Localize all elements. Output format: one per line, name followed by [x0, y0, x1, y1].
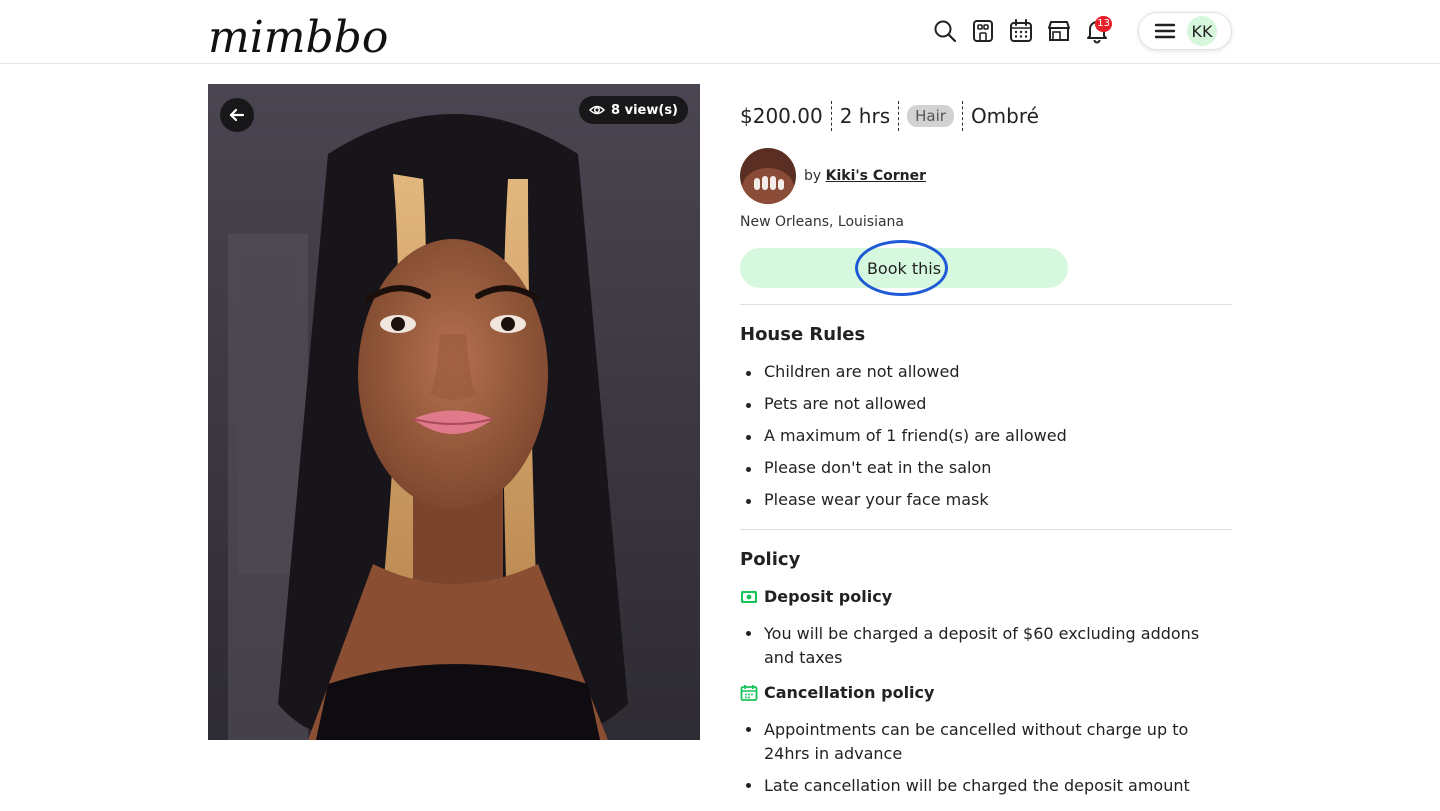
provider-avatar[interactable]	[740, 148, 796, 204]
calendar-icon[interactable]	[1002, 12, 1040, 50]
svg-text:mimbbo: mimbbo	[208, 12, 388, 60]
section-divider	[740, 529, 1232, 530]
shop-icon[interactable]	[1040, 12, 1078, 50]
provider-by-prefix: by	[804, 168, 822, 184]
cancellation-policy-list: Appointments can be cancelled without ch…	[740, 718, 1220, 798]
house-rule-item: A maximum of 1 friend(s) are allowed	[740, 426, 1067, 458]
notification-count-badge: 13	[1095, 16, 1112, 32]
house-rule-item: Children are not allowed	[740, 362, 1067, 394]
views-counter: 8 view(s)	[579, 96, 688, 124]
cancellation-policy-title: Cancellation policy	[764, 683, 935, 702]
mimbbo-logo[interactable]: mimbbo	[208, 6, 388, 63]
house-rule-item: Pets are not allowed	[740, 394, 1067, 426]
notifications-bell-icon[interactable]: 13	[1078, 12, 1116, 50]
calendar-green-icon	[740, 684, 758, 701]
service-summary: $200.00 2 hrs Hair Ombré	[740, 100, 1039, 132]
eye-icon	[589, 105, 606, 115]
house-rules-title: House Rules	[740, 324, 866, 345]
nav-icon-group: 13	[926, 12, 1116, 50]
provider-location: New Orleans, Louisiana	[740, 214, 905, 230]
provider-byline: by Kiki's Corner	[804, 168, 926, 184]
house-rules-list: Children are not allowed Pets are not al…	[740, 362, 1067, 522]
views-count-label: 8 view(s)	[611, 102, 678, 118]
service-price: $200.00	[740, 104, 823, 128]
section-divider	[740, 304, 1232, 305]
cancellation-policy-heading: Cancellation policy	[740, 683, 934, 702]
arrow-left-icon	[229, 108, 245, 122]
service-photo-image	[208, 84, 700, 740]
provider-info: by Kiki's Corner	[740, 148, 926, 204]
cancellation-policy-item: Appointments can be cancelled without ch…	[740, 718, 1220, 766]
deposit-policy-title: Deposit policy	[764, 587, 893, 606]
provider-name-link[interactable]: Kiki's Corner	[826, 168, 926, 184]
category-badge: Hair	[907, 105, 954, 127]
policy-title: Policy	[740, 549, 801, 570]
hamburger-menu-icon	[1154, 23, 1176, 39]
category-wrap: Hair	[899, 105, 962, 127]
user-menu-button[interactable]: KK	[1138, 12, 1232, 50]
storefront-grid-icon[interactable]	[964, 12, 1002, 50]
cancellation-policy-item: Late cancellation will be charged the de…	[740, 774, 1220, 798]
deposit-policy-item: You will be charged a deposit of $60 exc…	[740, 622, 1200, 670]
top-nav-bar: mimbbo 13 KK	[0, 0, 1440, 64]
service-style: Ombré	[970, 104, 1039, 128]
service-duration: 2 hrs	[839, 104, 891, 128]
service-photo: 8 view(s)	[208, 84, 700, 740]
book-this-button[interactable]: Book this	[740, 248, 1068, 288]
user-avatar: KK	[1187, 16, 1217, 46]
house-rule-item: Please don't eat in the salon	[740, 458, 1067, 490]
search-icon[interactable]	[926, 12, 964, 50]
house-rule-item: Please wear your face mask	[740, 490, 1067, 522]
deposit-policy-heading: Deposit policy	[740, 587, 892, 606]
deposit-policy-list: You will be charged a deposit of $60 exc…	[740, 622, 1200, 670]
money-icon	[741, 590, 757, 603]
back-button[interactable]	[220, 98, 254, 132]
